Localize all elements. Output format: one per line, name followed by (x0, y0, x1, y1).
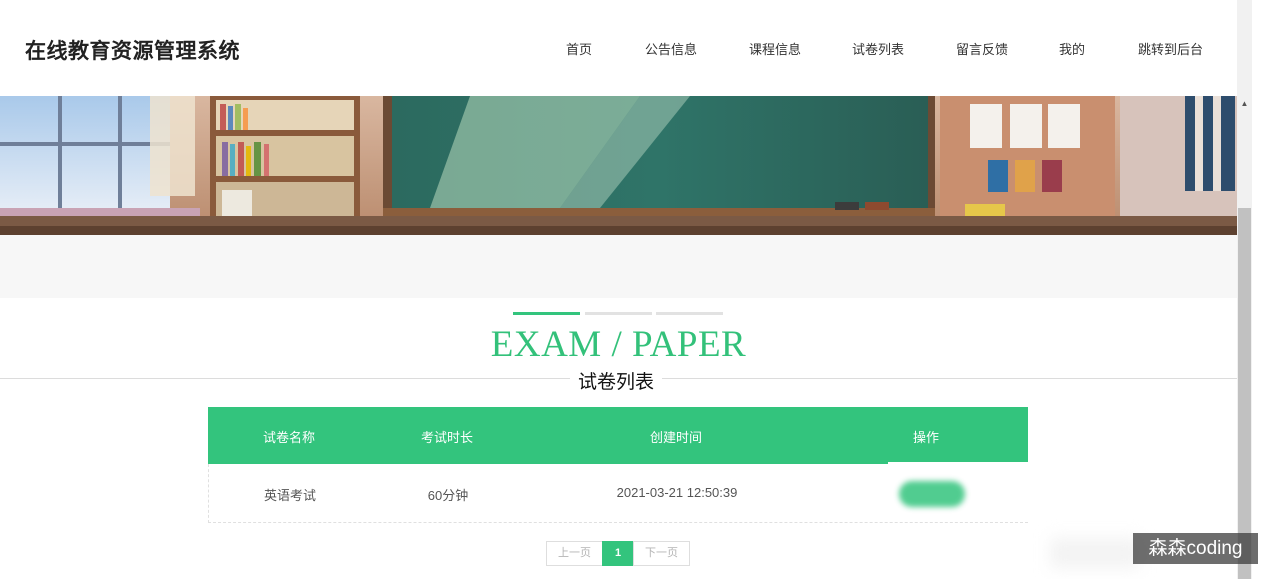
section-bar (656, 312, 723, 315)
nav-home[interactable]: 首页 (566, 39, 592, 58)
watermark: 森森coding (1133, 533, 1258, 564)
col-created-time: 创建时间 (649, 430, 703, 445)
classroom-banner (0, 96, 1237, 235)
scrollbar-thumb[interactable] (1238, 208, 1251, 579)
prev-page-button[interactable]: 上一页 (546, 541, 603, 566)
nav-mine[interactable]: 我的 (1059, 39, 1085, 58)
exam-table: 试卷名称 考试时长 创建时间 操作 英语考试 60分钟 2021-03-21 1… (208, 407, 1029, 523)
main-nav: 首页 公告信息 课程信息 试卷列表 留言反馈 我的 跳转到后台 (0, 39, 1237, 59)
nav-announcements[interactable]: 公告信息 (645, 39, 697, 58)
site-header: 在线教育资源管理系统 首页 公告信息 课程信息 试卷列表 留言反馈 我的 跳转到… (0, 0, 1237, 96)
cell-duration: 60分钟 (427, 488, 469, 503)
blur-overlay (1050, 538, 1140, 568)
banner-bottom-band (0, 235, 1237, 298)
section-bar-active (513, 312, 580, 315)
nav-exam-papers[interactable]: 试卷列表 (852, 39, 904, 58)
section-title-cn: 试卷列表 (570, 367, 663, 394)
classroom-illustration (0, 96, 1237, 235)
nav-admin[interactable]: 跳转到后台 (1138, 39, 1203, 58)
next-page-button[interactable]: 下一页 (633, 541, 690, 566)
cell-created-time: 2021-03-21 12:50:39 (616, 485, 738, 500)
col-actions: 操作 (912, 430, 940, 445)
window-edge (1252, 0, 1268, 579)
take-exam-button[interactable] (899, 481, 965, 507)
table-row[interactable]: 英语考试 60分钟 2021-03-21 12:50:39 (208, 462, 1029, 523)
scroll-up-arrow-icon[interactable]: ▲ (1237, 96, 1252, 112)
col-duration: 考试时长 (420, 430, 474, 445)
cell-paper-name: 英语考试 (263, 488, 317, 503)
page-1-button[interactable]: 1 (602, 541, 634, 566)
section-title-en: EXAM / PAPER (490, 324, 747, 365)
nav-courses[interactable]: 课程信息 (749, 39, 801, 58)
section-bar (585, 312, 652, 315)
col-paper-name: 试卷名称 (262, 430, 316, 445)
nav-feedback[interactable]: 留言反馈 (956, 39, 1008, 58)
table-header: 试卷名称 考试时长 创建时间 操作 (208, 407, 1028, 464)
